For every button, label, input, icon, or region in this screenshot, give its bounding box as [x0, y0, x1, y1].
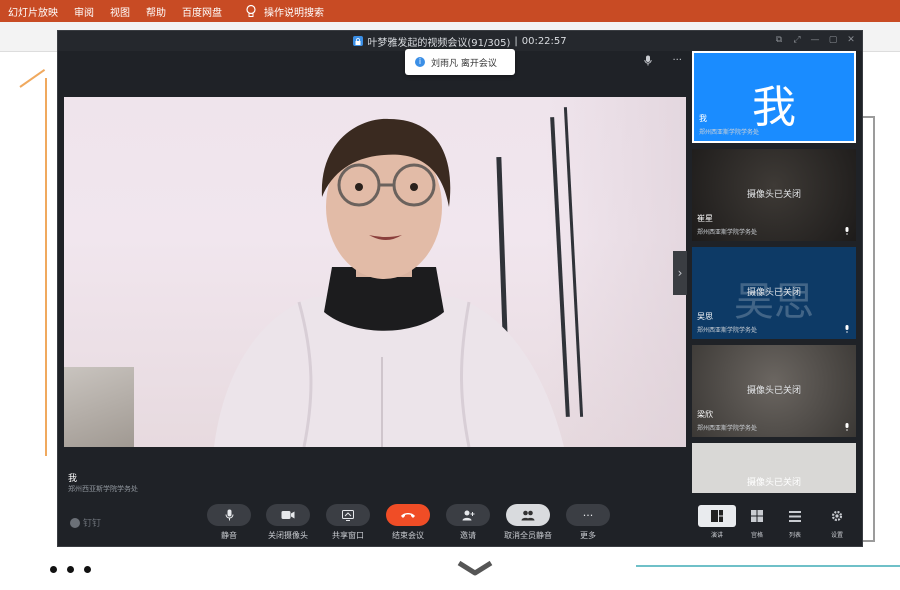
chevron-down-icon[interactable]	[456, 559, 494, 579]
dingtalk-icon	[70, 517, 80, 528]
list-layout-button[interactable]	[776, 505, 814, 527]
hangup-icon	[401, 513, 415, 518]
slide-decoration-orange-line	[45, 78, 47, 456]
unmute-all-icon	[521, 510, 535, 520]
speaker-layout-label: 演讲	[710, 532, 723, 539]
meeting-title: 叶梦雅发起的视频会议(91/305) | 00:22:57	[353, 34, 567, 49]
pop-out-icon[interactable]: ⧉	[774, 34, 784, 46]
menu-slideshow[interactable]: 幻灯片放映	[8, 4, 68, 19]
speaker-layout-icon	[711, 510, 723, 522]
more-icon: ···	[582, 508, 594, 522]
slide-decoration-teal-line	[636, 565, 900, 567]
collapse-sidebar-button[interactable]: ›	[673, 251, 687, 295]
invite-icon	[462, 510, 474, 520]
dingtalk-logo: 钉钉	[70, 516, 101, 529]
grid-layout-button[interactable]	[738, 505, 776, 527]
more-options-icon[interactable]: ···	[672, 55, 682, 66]
camera-off-label: 摄像头已关闭	[746, 288, 801, 298]
settings-icon	[831, 510, 843, 522]
unmute-all-button[interactable]	[506, 504, 550, 526]
participant-org: 郑州西亚斯学院学务处	[697, 229, 758, 236]
participant-tile[interactable]: 吴思 摄像头已关闭 吴思 郑州西亚斯学院学务处	[692, 247, 856, 339]
slide-dots	[50, 566, 91, 573]
settings-button[interactable]	[818, 505, 856, 527]
slide-decoration-orange-diagonal	[19, 68, 46, 88]
grid-layout-icon	[751, 510, 763, 522]
participant-org: 郑州西亚斯学院学务处	[699, 129, 760, 136]
meeting-title-text: 叶梦雅发起的视频会议(91/305)	[367, 37, 511, 49]
self-avatar-text: 我	[752, 82, 796, 133]
menu-help[interactable]: 帮助	[146, 4, 176, 19]
camera-off-label: 摄像头已关闭	[746, 386, 801, 396]
list-layout-icon	[789, 510, 801, 522]
main-video-tools: ···	[644, 55, 682, 66]
title-separator: |	[514, 35, 518, 47]
mic-icon	[845, 423, 849, 431]
meeting-window: 叶梦雅发起的视频会议(91/305) | 00:22:57 ⧉ ⤢ — ▢ ✕ …	[57, 30, 863, 547]
camera-icon	[281, 511, 295, 519]
toast-text: 刘雨凡 离开会议	[431, 58, 497, 69]
menu-review[interactable]: 审阅	[74, 4, 104, 19]
participant-name: 梁欣	[697, 410, 713, 419]
meeting-timer: 00:22:57	[521, 35, 567, 47]
mic-icon	[845, 227, 849, 235]
list-layout-label: 列表	[788, 532, 801, 539]
mute-button[interactable]	[207, 504, 251, 526]
slide-decoration-gray-line	[873, 116, 875, 542]
camera-off-button[interactable]	[266, 504, 310, 526]
menu-baidu-netdisk[interactable]: 百度网盘	[182, 4, 232, 19]
more-button[interactable]: ···	[566, 504, 610, 526]
main-participant-name: 我	[68, 474, 78, 484]
grid-layout-label: 宫格	[750, 532, 763, 539]
share-window-button[interactable]	[326, 504, 370, 526]
participant-org: 郑州西亚斯学院学务处	[697, 327, 758, 334]
leave-notification-toast: i 刘雨凡 离开会议	[405, 49, 515, 75]
info-icon: i	[415, 57, 425, 67]
lock-icon	[353, 36, 364, 46]
participant-tile-self[interactable]: 我 我 郑州西亚斯学院学务处	[692, 51, 856, 143]
mic-icon	[225, 509, 233, 521]
maximize-icon[interactable]: ▢	[828, 34, 838, 46]
minimize-icon[interactable]: —	[810, 34, 820, 46]
camera-off-label: 摄像头已关闭	[746, 478, 801, 488]
end-meeting-button[interactable]	[386, 504, 430, 526]
participant-tile[interactable]: 摄像头已关闭 梁欣 郑州西亚斯学院学务处	[692, 345, 856, 437]
speaker-layout-button[interactable]	[698, 505, 736, 527]
participant-tile[interactable]: 摄像头已关闭	[692, 443, 856, 493]
close-icon[interactable]: ✕	[846, 34, 856, 46]
participant-name: 吴思	[697, 312, 713, 321]
participant-name: 我	[699, 114, 707, 123]
more-label: 更多	[580, 531, 596, 540]
lightbulb-icon	[246, 4, 256, 17]
meeting-toolbar: 钉钉 静音 关闭摄像头 共享窗口 结束会议 邀请 取消全员静音 ··· 更多 演…	[58, 498, 862, 546]
settings-label: 设置	[830, 532, 843, 539]
participant-org: 郑州西亚斯学院学务处	[697, 425, 758, 432]
main-video-feed[interactable]	[64, 97, 686, 447]
office-ribbon: 幻灯片放映 审阅 视图 帮助 百度网盘 操作说明搜索	[0, 0, 900, 22]
share-screen-icon	[342, 509, 354, 521]
invite-button[interactable]	[446, 504, 490, 526]
participant-tile[interactable]: 摄像头已关闭 崔星 郑州西亚斯学院学务处	[692, 149, 856, 241]
participant-name: 崔星	[697, 214, 713, 223]
meeting-titlebar: 叶梦雅发起的视频会议(91/305) | 00:22:57 ⧉ ⤢ — ▢ ✕	[58, 31, 862, 51]
participant-avatar-text: 吴思	[734, 279, 814, 325]
main-participant-org: 郑州西亚斯学院学务处	[68, 485, 138, 493]
speaker-person	[214, 118, 564, 447]
mic-icon	[845, 325, 849, 333]
menu-view[interactable]: 视图	[110, 4, 140, 19]
search-help[interactable]: 操作说明搜索	[264, 4, 334, 19]
window-controls: ⧉ ⤢ — ▢ ✕	[774, 34, 856, 46]
mic-icon[interactable]	[644, 55, 653, 66]
camera-off-label: 摄像头已关闭	[746, 190, 801, 200]
fullscreen-icon[interactable]: ⤢	[792, 34, 802, 46]
